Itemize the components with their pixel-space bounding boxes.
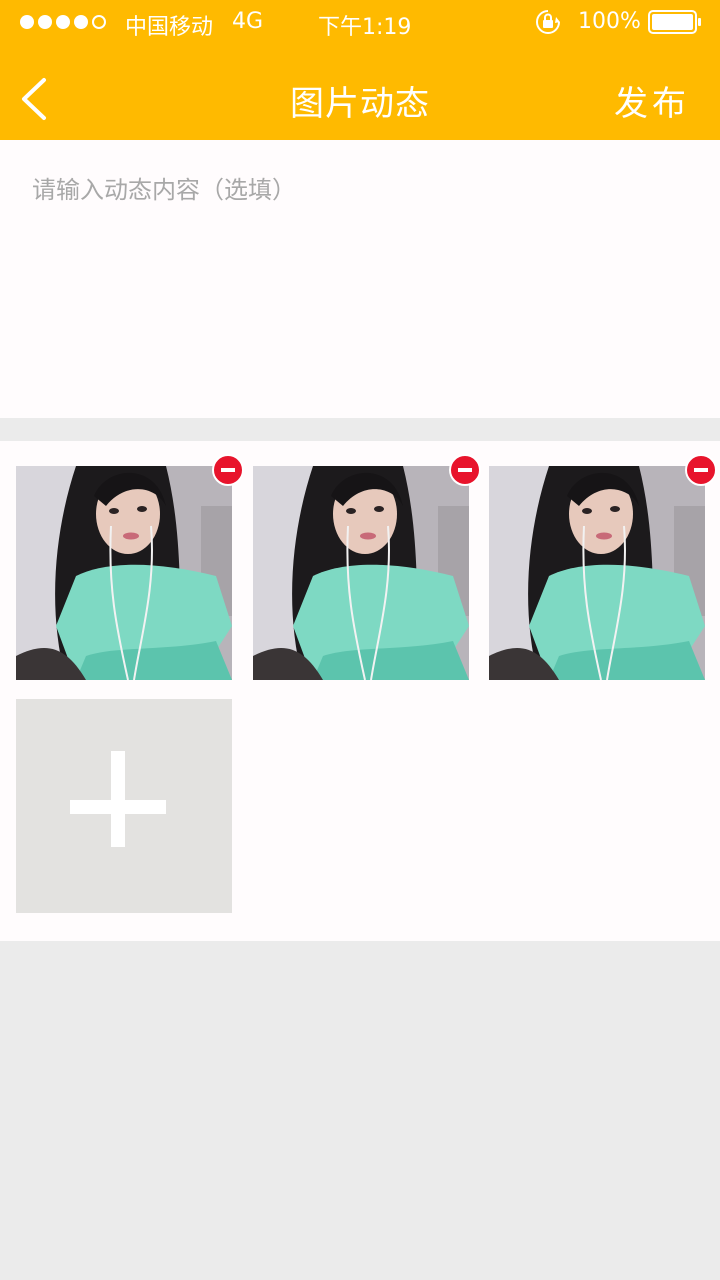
navigation-bar: 图片动态 发布 [0, 46, 720, 140]
rotation-lock-icon [536, 10, 560, 34]
remove-photo-button[interactable] [212, 454, 244, 486]
publish-button[interactable]: 发布 [614, 76, 690, 125]
photo-thumbnail[interactable] [489, 466, 705, 680]
battery-icon [648, 10, 701, 34]
photo-image [16, 466, 232, 680]
status-bar: 中国移动 4G 下午1:19 100% [0, 0, 720, 46]
signal-dots-icon [20, 15, 106, 29]
remove-photo-button[interactable] [685, 454, 717, 486]
photo-grid [0, 441, 720, 941]
battery-percentage: 100% [578, 9, 641, 34]
status-time: 下午1:19 [318, 15, 412, 40]
remove-photo-button[interactable] [449, 454, 481, 486]
photo-thumbnail[interactable] [253, 466, 469, 680]
top-bar: 中国移动 4G 下午1:19 100% 图片动态 发布 [0, 0, 720, 140]
photo-image [489, 466, 705, 680]
add-photo-button[interactable] [16, 699, 232, 913]
photo-thumbnail[interactable] [16, 466, 232, 680]
network-type: 4G [232, 9, 264, 34]
photo-image [253, 466, 469, 680]
carrier-label: 中国移动 [125, 15, 214, 40]
post-content-input[interactable]: 请输入动态内容（选填） [0, 140, 720, 418]
post-content-placeholder: 请输入动态内容（选填） [32, 176, 296, 204]
page-title: 图片动态 [290, 84, 430, 124]
